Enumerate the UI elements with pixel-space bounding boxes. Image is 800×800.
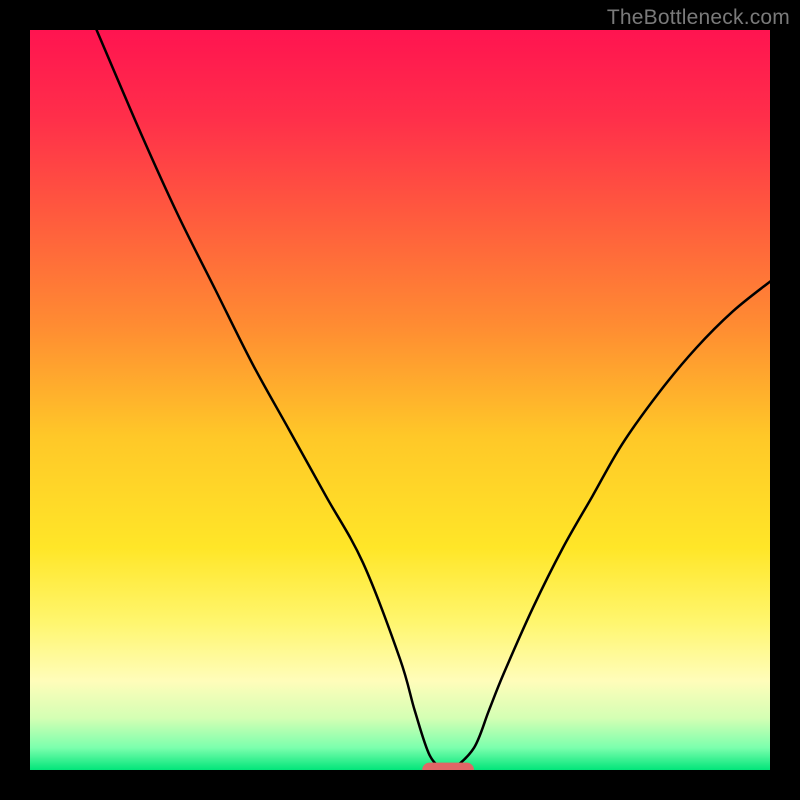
optimal-marker [422, 763, 474, 770]
bottleneck-chart [30, 30, 770, 770]
watermark-text: TheBottleneck.com [607, 6, 790, 30]
chart-frame: TheBottleneck.com [0, 0, 800, 800]
